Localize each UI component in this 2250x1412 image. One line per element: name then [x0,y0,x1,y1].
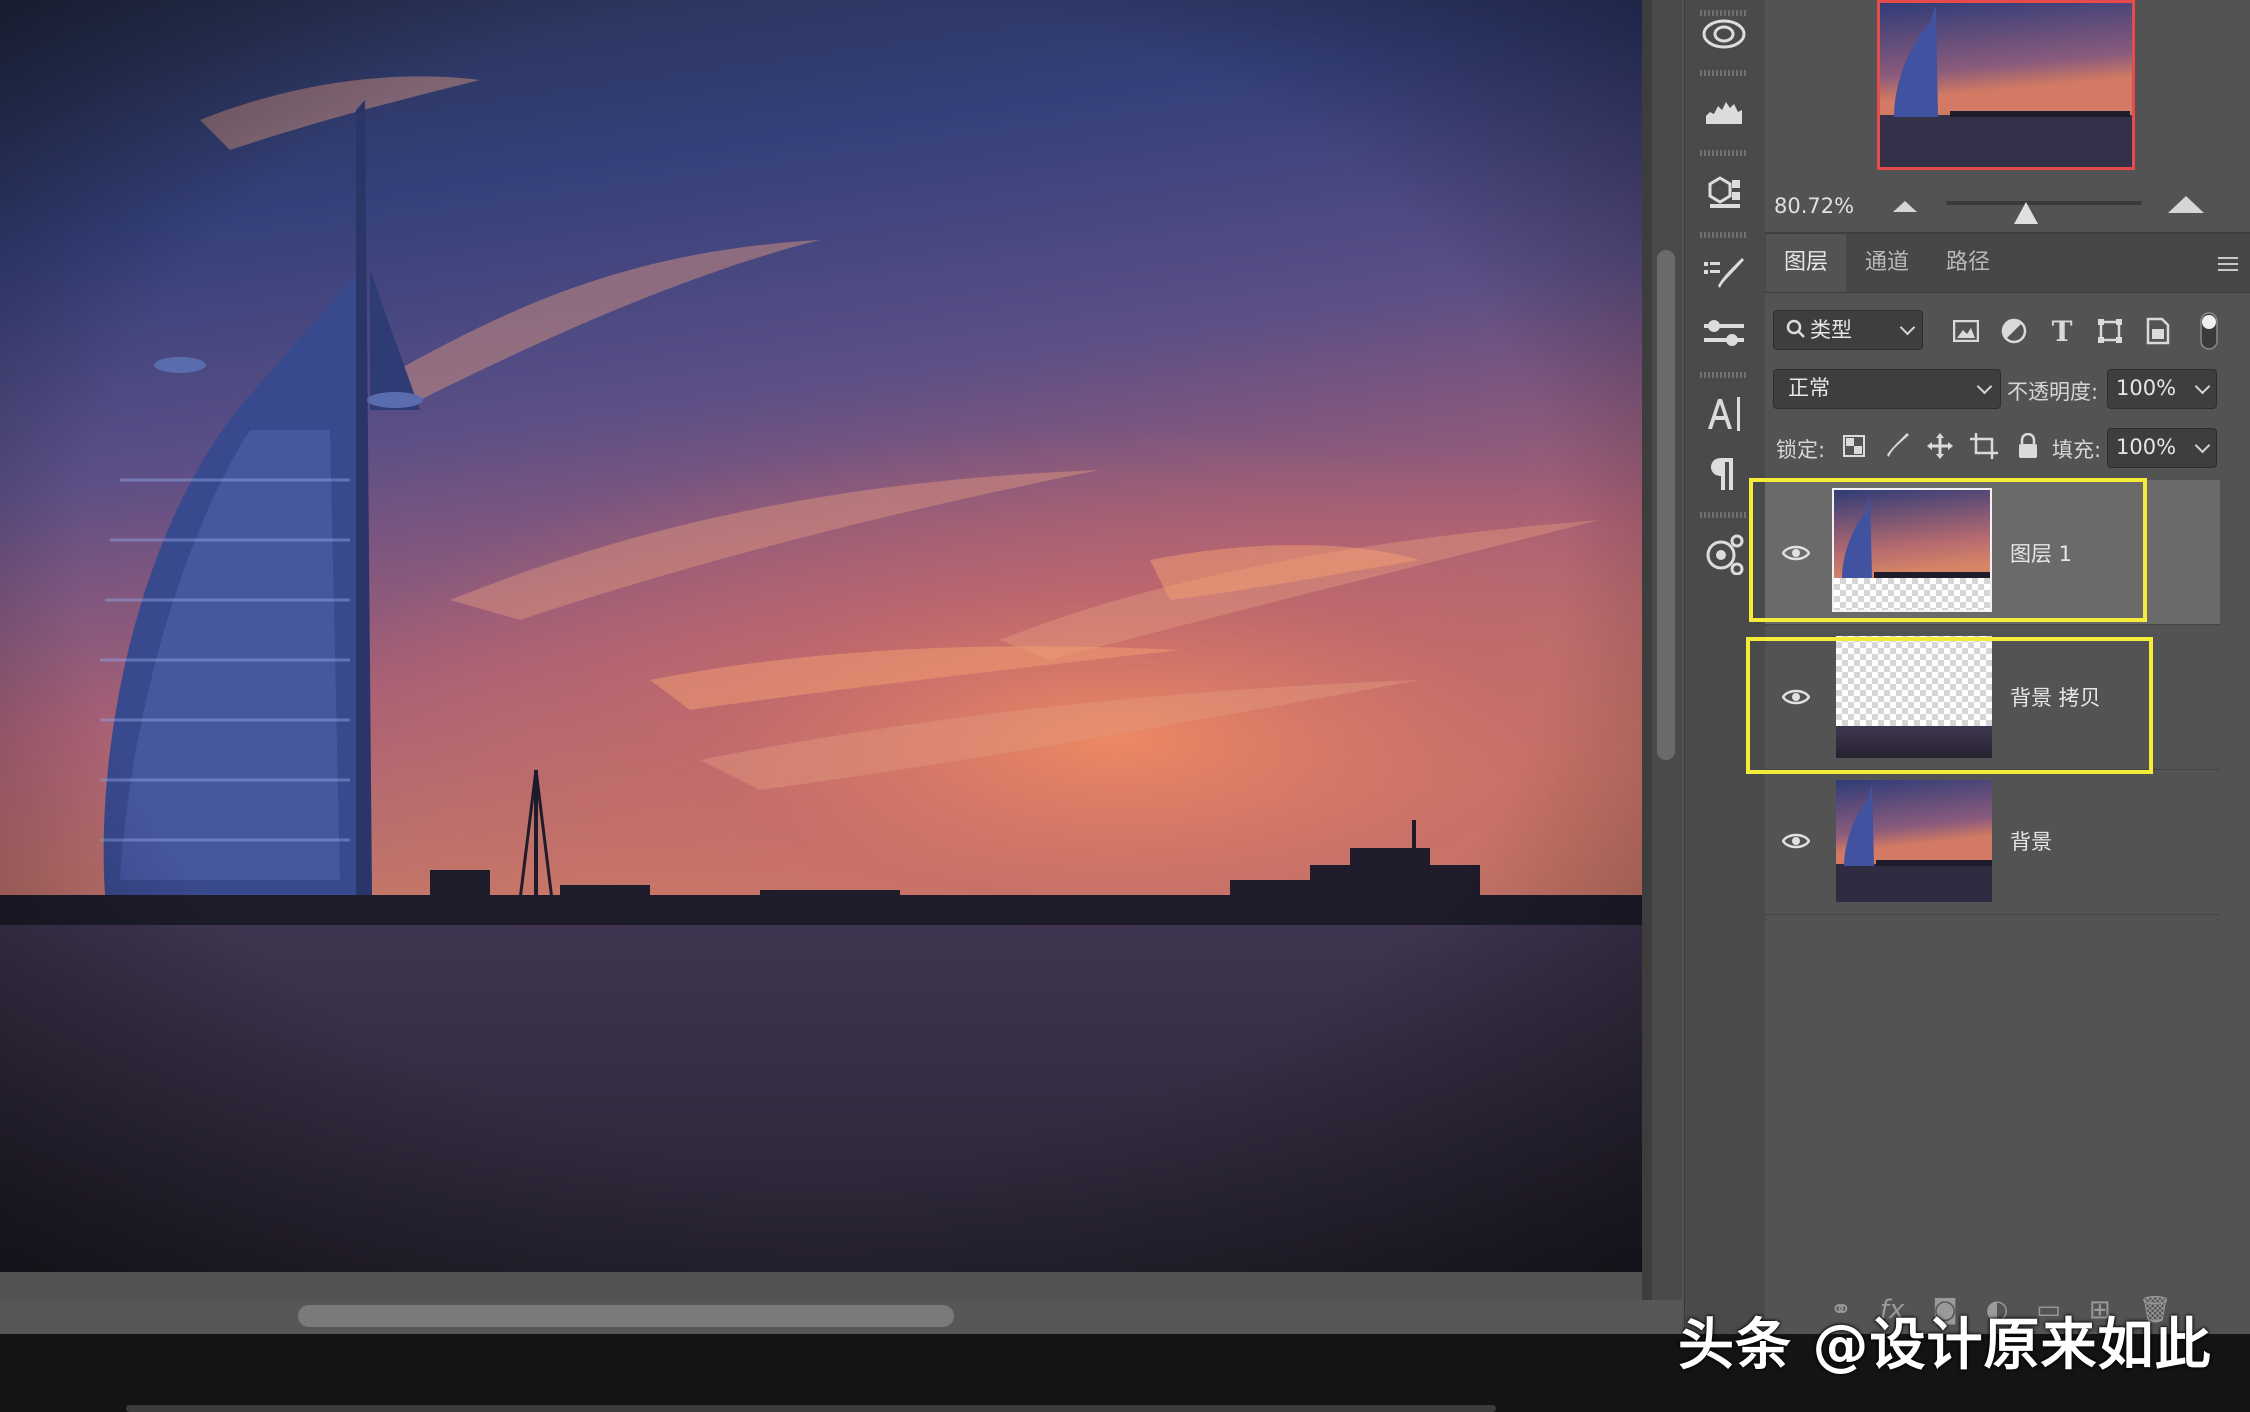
chevron-down-icon [2194,437,2211,454]
zoom-slider[interactable] [1946,201,2142,205]
blend-mode-value: 正常 [1788,376,1830,400]
canvas-photo[interactable] [0,0,1642,1272]
lock-transparent-icon[interactable] [1838,430,1870,462]
panel-grip[interactable] [1700,512,1748,518]
panel-menu-icon[interactable] [2218,257,2238,275]
brush-presets-icon[interactable] [1694,244,1754,304]
watermark-text: 头条 @设计原来如此 [1678,1313,2212,1378]
glyphs-icon[interactable] [1694,524,1754,584]
chevron-down-icon [1976,378,1993,395]
lock-position-icon[interactable] [1924,430,1956,462]
transparent-area [1834,578,1990,610]
fill-label: 填充: [2052,438,2102,462]
lock-image-icon[interactable] [1882,430,1914,462]
zoom-in-icon[interactable] [2168,196,2204,213]
3d-icon[interactable] [1694,162,1754,222]
layer-row[interactable] [1765,770,2220,915]
layer-filter-kind-select[interactable]: 类型 [1773,310,1923,350]
tab-layers[interactable]: 图层 [1766,234,1847,292]
vertical-scrollbar-thumb[interactable] [1657,250,1675,760]
visibility-eye-icon[interactable] [1781,688,1811,706]
layer-thumbnail[interactable] [1832,488,1992,612]
zoom-value[interactable]: 80.72% [1774,194,1854,218]
histogram-icon[interactable] [1694,82,1754,142]
layer-filter-kind-label: 类型 [1810,318,1852,342]
panel-grip[interactable] [1700,70,1748,76]
panel-grip[interactable] [1700,150,1748,156]
fill-value: 100% [2116,435,2177,459]
properties-icon[interactable] [1694,304,1754,364]
zoom-slider-thumb[interactable] [2014,202,2039,224]
visibility-eye-icon[interactable] [1781,832,1811,850]
lock-label: 锁定: [1776,438,1826,462]
panel-grip[interactable] [1700,232,1748,238]
opacity-label: 不透明度: [2007,380,2099,404]
type-filter-icon[interactable]: T [2046,315,2078,348]
tab-channels[interactable]: 通道 [1847,234,1927,292]
adjustment-filter-icon[interactable] [1998,315,2030,347]
bottom-progress-bar [126,1405,1496,1412]
chevron-down-icon [1899,319,1916,336]
image-filter-icon[interactable] [1950,315,1982,347]
navigator-preview[interactable] [1877,0,2135,170]
tab-paths[interactable]: 路径 [1928,234,2008,292]
layer-name[interactable]: 图层 1 [2010,538,2072,568]
layer-thumbnail[interactable] [1836,636,1992,758]
lock-artboard-icon[interactable] [1968,430,2000,462]
layer-row[interactable] [1765,625,2220,770]
thumbnail-sea [1836,726,1992,758]
blend-mode-select[interactable]: 正常 [1773,369,2001,409]
shape-filter-icon[interactable] [2094,315,2126,347]
search-icon [1786,311,1806,358]
horizontal-scrollbar-thumb[interactable] [298,1305,954,1327]
layer-name[interactable]: 背景 [2010,826,2052,856]
paragraph-icon[interactable] [1694,444,1754,504]
fill-input[interactable]: 100% [2107,428,2217,468]
character-icon[interactable] [1694,384,1754,444]
transparent-area [1836,636,1992,726]
filter-toggle-icon[interactable] [2198,312,2220,350]
layer-thumbnail[interactable] [1836,780,1992,902]
lock-all-icon[interactable] [2012,430,2044,462]
panel-grip[interactable] [1700,372,1748,378]
smart-object-filter-icon[interactable] [2142,315,2174,347]
libraries-icon[interactable] [1694,4,1754,64]
opacity-input[interactable]: 100% [2107,369,2217,409]
visibility-eye-icon[interactable] [1781,544,1811,562]
opacity-value: 100% [2116,376,2177,400]
photo-image [0,0,1642,1272]
zoom-out-icon[interactable] [1893,201,1917,212]
layer-name[interactable]: 背景 拷贝 [2010,682,2101,712]
canvas-gutter [1642,0,1652,1300]
chevron-down-icon [2194,378,2211,395]
